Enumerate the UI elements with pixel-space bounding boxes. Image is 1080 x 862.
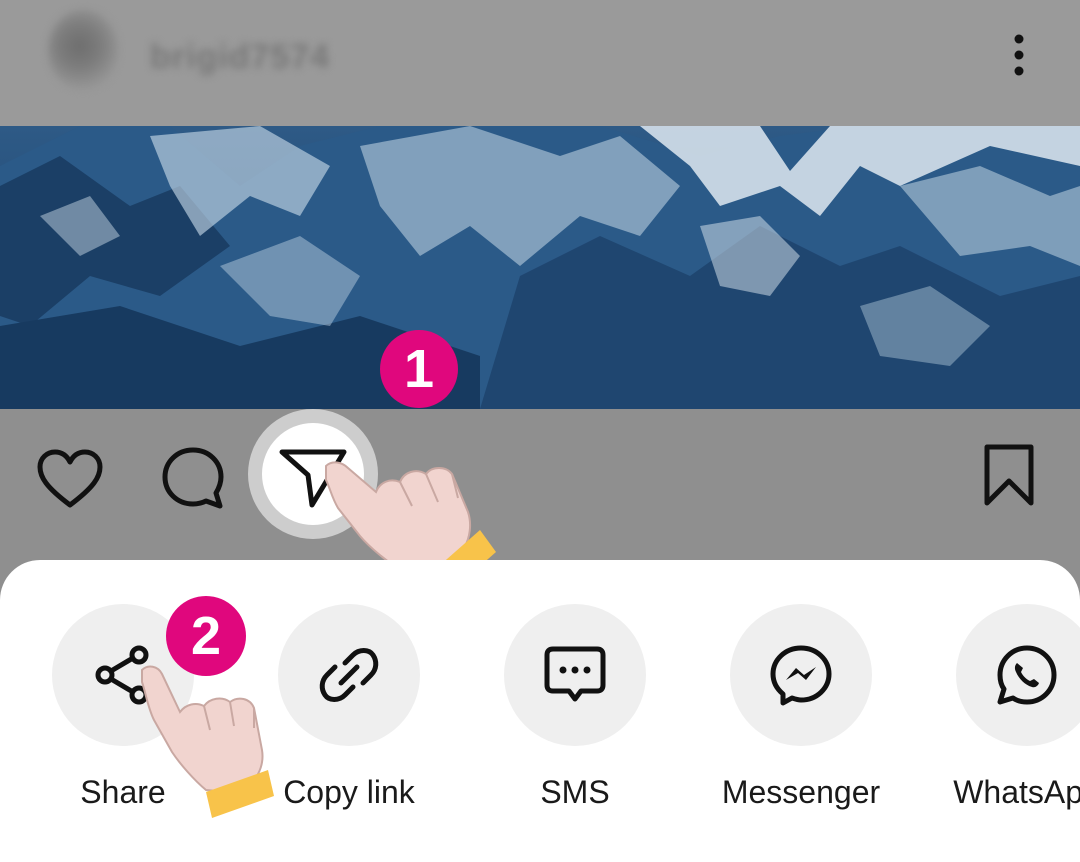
- share-option-sms[interactable]: SMS: [480, 604, 670, 811]
- post-header: brigid7574: [0, 0, 1080, 126]
- step-badge-1: 1: [380, 330, 458, 408]
- share-option-label: Messenger: [721, 774, 881, 810]
- vertical-ellipsis-icon[interactable]: [1004, 30, 1034, 80]
- pointing-hand-icon: [141, 665, 274, 818]
- whatsapp-icon: [997, 645, 1057, 705]
- share-option-messenger[interactable]: Messenger: [706, 604, 896, 811]
- message-icon: [544, 646, 606, 702]
- comment-bubble-icon[interactable]: [160, 445, 226, 511]
- share-option-whatsapp[interactable]: WhatsApp: [932, 604, 1080, 811]
- post-image: [0, 126, 1080, 409]
- post-action-bar: [0, 409, 1080, 559]
- share-option-label: WhatsApp: [953, 774, 1080, 810]
- avatar[interactable]: [48, 10, 118, 90]
- username[interactable]: brigid7574: [150, 38, 330, 77]
- link-icon: [319, 648, 379, 702]
- share-option-label: SMS: [540, 774, 610, 810]
- bookmark-icon[interactable]: [982, 443, 1036, 507]
- messenger-icon: [770, 645, 832, 706]
- heart-icon[interactable]: [36, 449, 104, 509]
